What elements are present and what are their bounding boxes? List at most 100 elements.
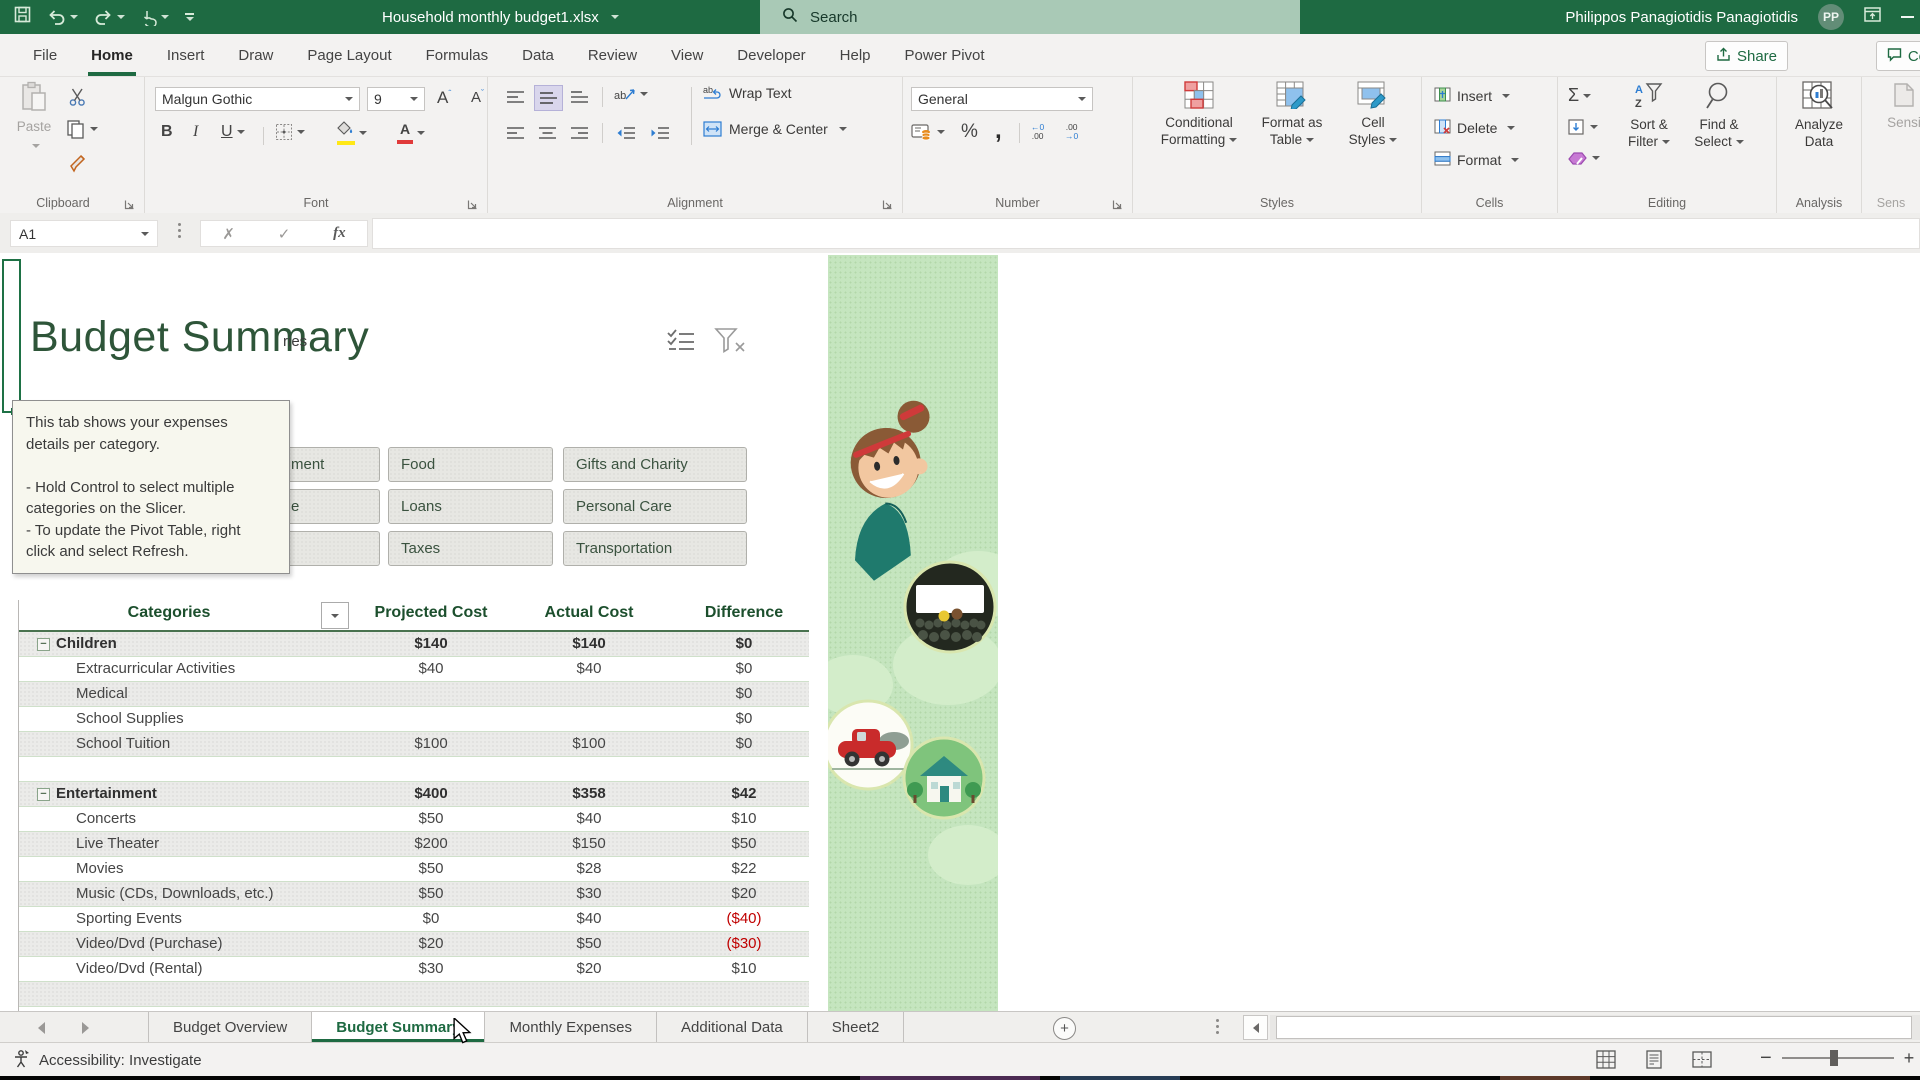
- ribbon-tab-insert[interactable]: Insert: [150, 34, 222, 76]
- orientation-icon[interactable]: ab: [614, 85, 648, 103]
- insert-cells-button[interactable]: Insert: [1434, 87, 1510, 105]
- slicer-button-loans[interactable]: Loans: [388, 489, 553, 524]
- increase-decimal-icon[interactable]: ←0.00: [1031, 123, 1044, 141]
- sheet-tab-additional-data[interactable]: Additional Data: [657, 1012, 808, 1042]
- format-cells-button[interactable]: Format: [1434, 151, 1519, 169]
- insert-function-icon[interactable]: fx: [333, 225, 346, 242]
- scroll-sheets-right-icon[interactable]: [82, 1022, 89, 1034]
- comma-style-icon[interactable]: ,: [995, 117, 1002, 145]
- enter-icon[interactable]: ✓: [278, 225, 291, 243]
- selected-cell-a1[interactable]: [2, 259, 21, 413]
- horizontal-scrollbar[interactable]: [1270, 1015, 1920, 1040]
- ribbon-tab-developer[interactable]: Developer: [720, 34, 822, 76]
- hscroll-left-arrow[interactable]: [1243, 1015, 1268, 1040]
- search-box[interactable]: Search: [760, 0, 1300, 34]
- normal-view-icon[interactable]: [1596, 1050, 1616, 1074]
- slicer-button-personal-care[interactable]: Personal Care: [563, 489, 747, 524]
- slicer-multiselect-icon[interactable]: [666, 327, 696, 358]
- cell-styles-button[interactable]: Cell Styles: [1338, 81, 1408, 148]
- minimize-button[interactable]: [1901, 16, 1914, 18]
- percent-style-icon[interactable]: %: [961, 121, 978, 143]
- align-left-icon[interactable]: [502, 121, 529, 145]
- touch-mode-dropdown-icon[interactable]: [161, 15, 169, 19]
- horizontal-scrollbar-thumb[interactable]: [1276, 1016, 1912, 1039]
- slicer-button-transportation[interactable]: Transportation: [563, 531, 747, 566]
- wrap-text-button[interactable]: ab Wrap Text: [703, 85, 792, 101]
- font-color-icon[interactable]: A: [397, 121, 425, 144]
- undo-dropdown-icon[interactable]: [70, 15, 78, 19]
- page-layout-view-icon[interactable]: [1644, 1050, 1664, 1074]
- ribbon-tab-view[interactable]: View: [654, 34, 720, 76]
- merge-center-button[interactable]: Merge & Center: [703, 121, 847, 137]
- conditional-formatting-button[interactable]: Conditional Formatting: [1151, 81, 1247, 148]
- align-bottom-icon[interactable]: [566, 85, 593, 109]
- categories-filter-button[interactable]: [321, 602, 349, 629]
- format-painter-icon[interactable]: [68, 153, 90, 178]
- document-title[interactable]: Household monthly budget1.xlsx: [382, 0, 619, 34]
- align-center-icon[interactable]: [534, 121, 561, 145]
- ribbon-tab-help[interactable]: Help: [823, 34, 888, 76]
- ribbon-tab-formulas[interactable]: Formulas: [409, 34, 506, 76]
- accounting-format-icon[interactable]: [911, 123, 945, 141]
- fill-icon[interactable]: [1568, 119, 1598, 135]
- share-button[interactable]: Share: [1705, 41, 1788, 71]
- name-box[interactable]: A1: [10, 220, 158, 247]
- clear-icon[interactable]: [1568, 151, 1600, 165]
- accessibility-status[interactable]: Accessibility: Investigate: [12, 1049, 202, 1072]
- worksheet[interactable]: Budget Summary ries mente FoodLoansTaxes…: [0, 253, 1920, 1011]
- decrease-decimal-icon[interactable]: .00→0: [1065, 123, 1078, 141]
- underline-icon[interactable]: U: [221, 123, 245, 141]
- user-name[interactable]: Philippos Panagiotidis Panagiotidis: [1565, 9, 1798, 26]
- save-icon[interactable]: [14, 6, 31, 28]
- collapse-button[interactable]: −: [37, 638, 50, 651]
- slicer-clear-filter-icon[interactable]: [714, 327, 746, 358]
- zoom-in-icon[interactable]: +: [1904, 1049, 1915, 1067]
- ribbon-tab-draw[interactable]: Draw: [221, 34, 290, 76]
- find-select-button[interactable]: Find & Select: [1688, 81, 1750, 150]
- zoom-slider[interactable]: [1782, 1057, 1894, 1059]
- page-break-preview-icon[interactable]: [1692, 1050, 1712, 1074]
- decrease-font-size-icon[interactable]: Aˇ: [471, 88, 484, 106]
- slicer-button-taxes[interactable]: Taxes: [388, 531, 553, 566]
- cut-icon[interactable]: [68, 87, 88, 112]
- sort-filter-button[interactable]: AZ Sort & Filter: [1618, 81, 1680, 150]
- font-name-combo[interactable]: Malgun Gothic: [155, 87, 360, 111]
- ribbon-tab-review[interactable]: Review: [571, 34, 654, 76]
- ribbon-tab-power-pivot[interactable]: Power Pivot: [888, 34, 1002, 76]
- decrease-indent-icon[interactable]: [612, 121, 639, 145]
- number-format-combo[interactable]: General: [911, 87, 1093, 111]
- format-as-table-button[interactable]: Format as Table: [1253, 81, 1331, 148]
- ribbon-display-options-icon[interactable]: [1864, 7, 1881, 27]
- new-sheet-button[interactable]: +: [1053, 1017, 1076, 1040]
- fill-color-icon[interactable]: [337, 121, 367, 145]
- align-right-icon[interactable]: [566, 121, 593, 145]
- ribbon-tab-page-layout[interactable]: Page Layout: [290, 34, 408, 76]
- comments-button[interactable]: Co: [1876, 41, 1920, 71]
- ribbon-tab-home[interactable]: Home: [74, 34, 150, 76]
- align-top-icon[interactable]: [502, 85, 529, 109]
- sheet-tab-sheet2[interactable]: Sheet2: [808, 1012, 905, 1042]
- sheet-tab-monthly-expenses[interactable]: Monthly Expenses: [485, 1012, 657, 1042]
- font-size-combo[interactable]: 9: [367, 87, 425, 111]
- cancel-icon[interactable]: ✗: [222, 225, 235, 243]
- scroll-sheets-left-icon[interactable]: [38, 1022, 45, 1034]
- align-middle-icon[interactable]: [534, 85, 563, 111]
- slicer-button-partial-blank[interactable]: [288, 531, 380, 566]
- formula-bar-splitter[interactable]: [178, 223, 181, 238]
- undo-button[interactable]: [47, 9, 78, 25]
- zoom-slider-thumb[interactable]: [1830, 1050, 1838, 1066]
- slicer-button-partial-e[interactable]: e: [288, 489, 380, 524]
- redo-button[interactable]: [94, 9, 125, 25]
- formula-input[interactable]: [372, 218, 1920, 249]
- analyze-data-button[interactable]: Analyze Data: [1785, 81, 1853, 150]
- increase-indent-icon[interactable]: [646, 121, 673, 145]
- increase-font-size-icon[interactable]: Aˆ: [437, 88, 451, 108]
- copy-icon[interactable]: [66, 119, 98, 139]
- customize-qat-icon[interactable]: [185, 13, 194, 21]
- pivot-table[interactable]: Categories Projected Cost Actual Cost Di…: [18, 600, 809, 1011]
- tab-scrollbar-splitter[interactable]: [1216, 1019, 1219, 1034]
- avatar[interactable]: PP: [1818, 4, 1844, 30]
- italic-icon[interactable]: I: [193, 123, 198, 141]
- delete-cells-button[interactable]: Delete: [1434, 119, 1515, 137]
- paste-button[interactable]: Paste: [8, 81, 60, 152]
